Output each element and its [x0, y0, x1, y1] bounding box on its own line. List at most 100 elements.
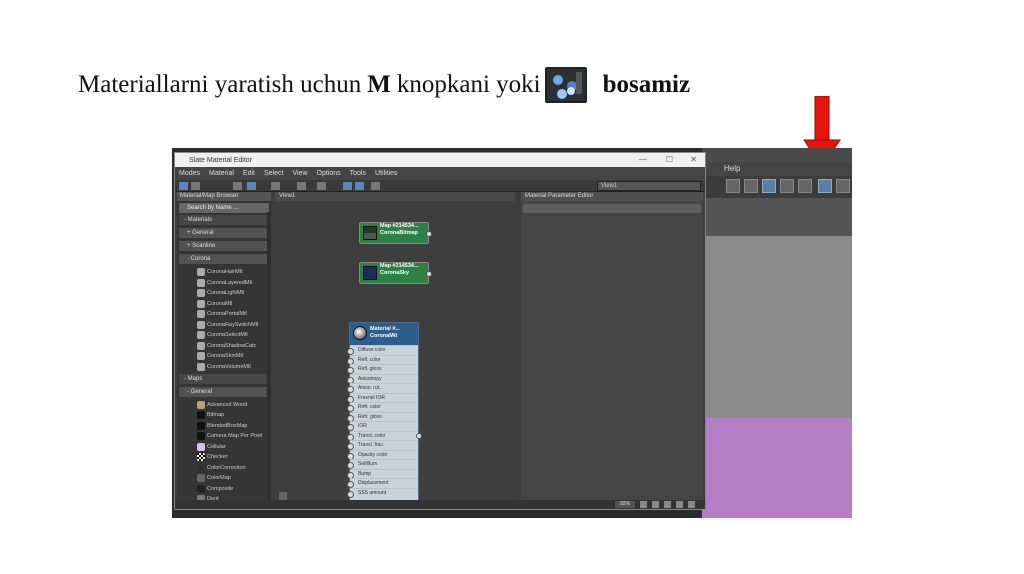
navigator-icon[interactable]: [279, 492, 287, 500]
layout-all-icon[interactable]: [317, 182, 326, 190]
material-slot[interactable]: SelfIllum: [347, 459, 418, 469]
material-slot[interactable]: Refr. gloss: [347, 411, 418, 422]
material-slot[interactable]: SSS amount: [347, 487, 418, 498]
menu-edit[interactable]: Edit: [243, 170, 255, 177]
toolbar-button-layers[interactable]: [744, 179, 758, 193]
group-materials[interactable]: - Materials: [179, 215, 269, 225]
map-icon: [197, 484, 205, 493]
browser-header: Material/Map Browser: [177, 192, 271, 201]
view-tab[interactable]: View1: [275, 192, 515, 201]
menu-select[interactable]: Select: [264, 170, 283, 177]
material-slot[interactable]: IOR: [347, 421, 418, 431]
output-socket[interactable]: [426, 271, 432, 277]
item-label: CoronaMtl: [207, 300, 233, 307]
menu-tools[interactable]: Tools: [350, 170, 366, 177]
material-slot[interactable]: Refl. gloss: [347, 364, 418, 374]
material-slot[interactable]: Refr. color: [347, 402, 418, 412]
menu-material[interactable]: Material: [209, 170, 234, 177]
group-maps[interactable]: - Maps: [179, 373, 269, 384]
output-socket[interactable]: [416, 433, 422, 439]
list-item[interactable]: Advanced Wood: [179, 400, 269, 410]
material-slot[interactable]: Fresnel IOR: [347, 392, 418, 403]
zoom-icon[interactable]: [652, 501, 659, 508]
select-tool-icon[interactable]: [179, 182, 188, 190]
item-label: CoronaPortalMtl: [207, 311, 247, 317]
menu-modes[interactable]: Modes: [179, 170, 200, 177]
toolbar-button-graph[interactable]: [726, 179, 740, 193]
list-item[interactable]: CoronaLayeredMtl: [179, 278, 269, 288]
zoom-extents-icon[interactable]: [676, 501, 683, 508]
material-slot[interactable]: Transl. color: [347, 430, 418, 441]
list-item[interactable]: Cellular: [179, 442, 269, 452]
item-label: CoronaVolumeMtl: [207, 363, 251, 370]
material-slot[interactable]: Diffuse color: [347, 345, 418, 355]
toolbar-button-ribbon[interactable]: [762, 179, 776, 193]
minimize-button[interactable]: —: [639, 155, 647, 164]
zoom-region-icon[interactable]: [664, 501, 671, 508]
list-item[interactable]: CoronaHairMtl: [179, 267, 269, 277]
node-corona-bitmap[interactable]: Map #214534... CoronaBitmap: [359, 222, 432, 244]
item-label: CoronaLayeredMtl: [207, 279, 253, 286]
group-corona[interactable]: - Corona: [179, 254, 269, 264]
show-map-icon[interactable]: [297, 182, 306, 190]
menu-view[interactable]: View: [292, 170, 307, 177]
toolbar-button-render-setup[interactable]: [798, 179, 812, 193]
output-socket[interactable]: [426, 231, 432, 237]
material-slot[interactable]: Bump: [347, 468, 418, 479]
move-children-icon[interactable]: [247, 182, 256, 190]
map-icon: [197, 453, 205, 461]
group-maps-general[interactable]: - General: [179, 386, 269, 397]
view-dropdown[interactable]: View1: [597, 181, 701, 191]
zoom-selected-icon[interactable]: [688, 501, 695, 508]
material-slot[interactable]: Refl. color: [347, 354, 418, 365]
list-item[interactable]: ColorCorrection: [179, 463, 269, 473]
list-item[interactable]: Checker: [179, 452, 269, 462]
zoom-level[interactable]: 92%: [615, 501, 635, 508]
browser-scrollbar[interactable]: [267, 212, 271, 502]
hide-unused-icon[interactable]: [343, 182, 352, 190]
list-item[interactable]: Bitmap: [179, 410, 269, 420]
item-label: Camera Map Per Pixel: [207, 433, 263, 439]
node-view-canvas[interactable]: View1 Map #214534... CoronaBitmap Map #2…: [275, 192, 515, 504]
list-item[interactable]: CoronaRaySwitchMtl: [179, 320, 269, 330]
menu-options[interactable]: Options: [317, 170, 341, 177]
material-slot[interactable]: Opacity color: [347, 449, 418, 460]
layout-children-icon[interactable]: [355, 182, 364, 190]
list-item[interactable]: CoronaSkinMtl: [179, 351, 269, 361]
list-item[interactable]: CoronaVolumeMtl: [179, 362, 269, 372]
material-slot[interactable]: Displacement: [347, 478, 418, 488]
material-slot[interactable]: Anisotropy: [347, 373, 418, 384]
browser-search-input[interactable]: Search by Name ...: [179, 203, 269, 213]
slate-menubar: Modes Material Edit Select View Options …: [175, 167, 705, 180]
material-slot[interactable]: Transl. frac.: [347, 440, 418, 450]
material-editor-button[interactable]: [818, 179, 832, 193]
pick-material-icon[interactable]: [191, 182, 200, 190]
close-button[interactable]: ✕: [690, 155, 697, 164]
maximize-button[interactable]: ☐: [666, 155, 673, 164]
pan-icon[interactable]: [640, 501, 647, 508]
list-item[interactable]: ColorMap: [179, 473, 269, 483]
map-icon: [197, 432, 205, 440]
menu-help[interactable]: Help: [724, 164, 740, 173]
list-item[interactable]: CoronaShadowCatc: [179, 341, 269, 351]
list-item[interactable]: CoronaLightMtl: [179, 288, 269, 298]
toolbar-button-schematic[interactable]: [780, 179, 794, 193]
group-scanline[interactable]: + Scanline: [179, 241, 269, 251]
list-item[interactable]: CoronaSelectMtl: [179, 330, 269, 340]
list-item[interactable]: CoronaMtl: [179, 299, 269, 309]
node-corona-sky[interactable]: Map #214534... CoronaSky: [359, 262, 432, 284]
list-item[interactable]: Composite: [179, 484, 269, 494]
item-label: CoronaSkinMtl: [207, 353, 244, 359]
group-general[interactable]: + General: [179, 228, 269, 238]
list-item[interactable]: CoronaPortalMtl: [179, 309, 269, 319]
delete-icon[interactable]: [233, 182, 242, 190]
wand-icon[interactable]: [371, 182, 380, 190]
material-slot[interactable]: Aniso. rot.: [347, 383, 418, 393]
list-item[interactable]: BlendedBoxMap: [179, 421, 269, 431]
menu-utilities[interactable]: Utilities: [375, 170, 398, 177]
node-corona-material[interactable]: Material #... CoronaMtl Diffuse color Re…: [347, 322, 422, 502]
list-item[interactable]: Camera Map Per Pixel: [179, 431, 269, 441]
params-name-field[interactable]: [523, 204, 701, 213]
toolbar-button-render[interactable]: [836, 179, 850, 193]
background-icon[interactable]: [271, 182, 280, 190]
